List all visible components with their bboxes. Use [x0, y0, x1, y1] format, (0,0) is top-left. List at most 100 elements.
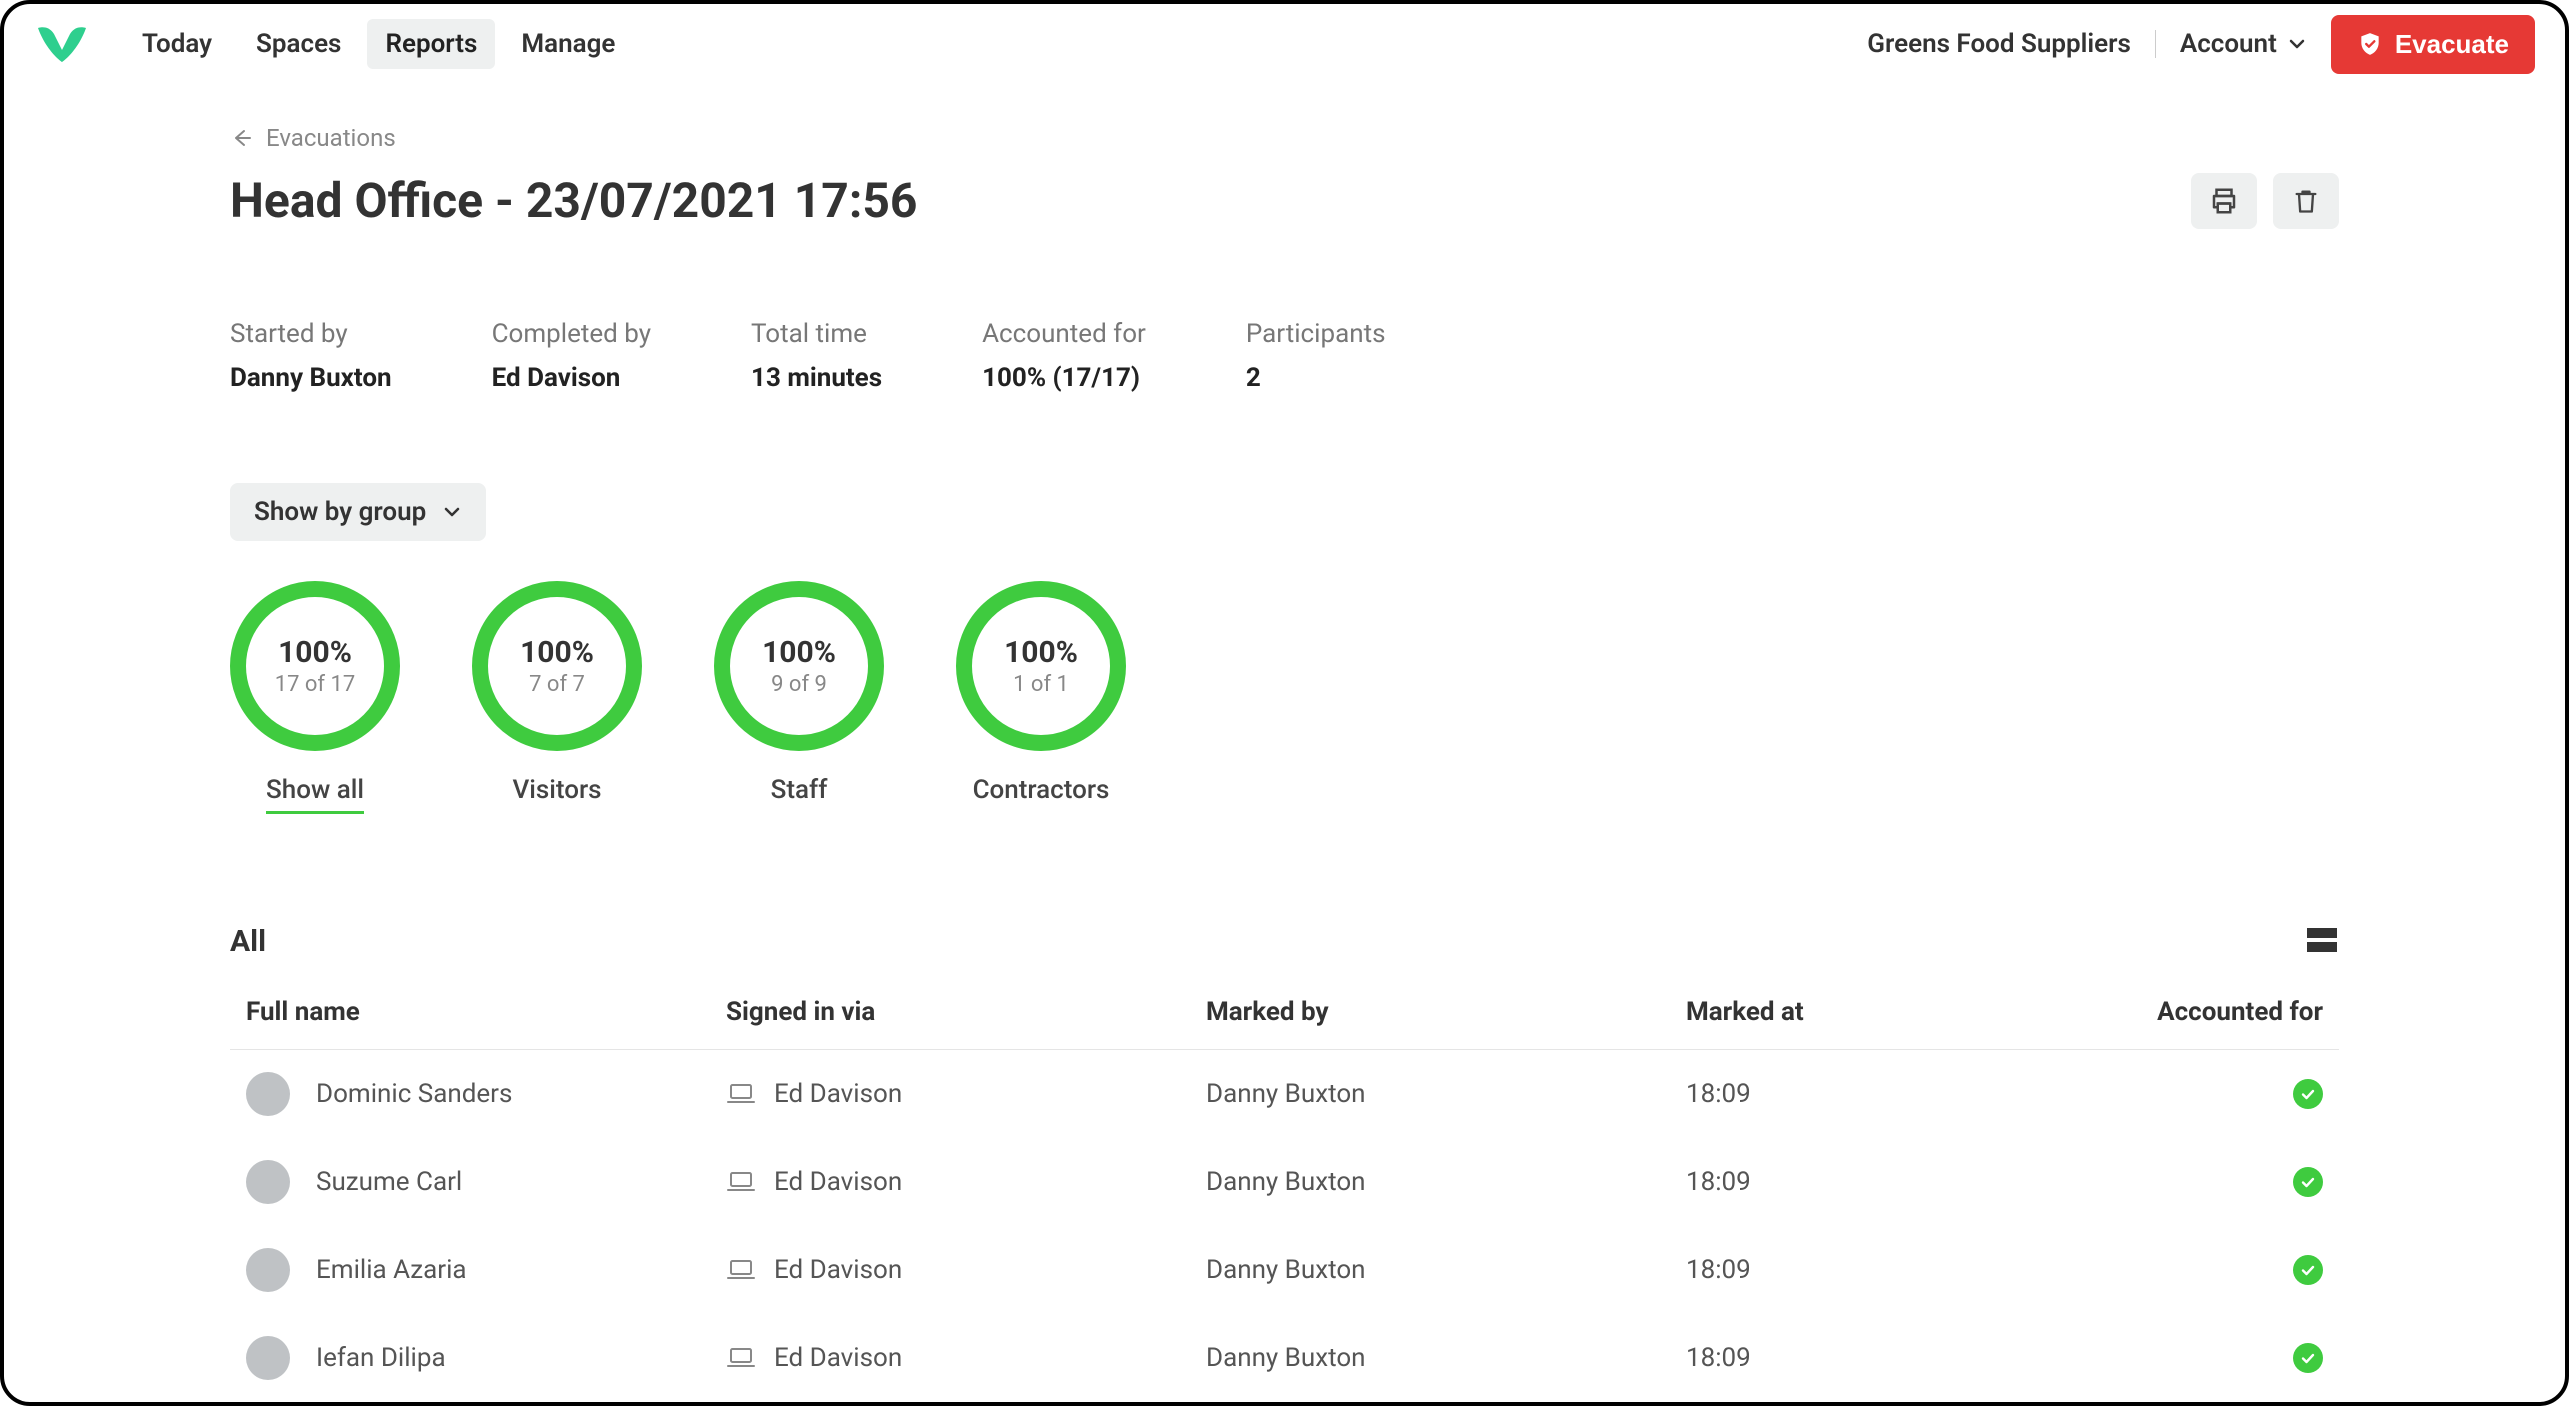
- evacuate-label: Evacuate: [2395, 29, 2509, 60]
- page-title: Head Office - 23/07/2021 17:56: [230, 172, 917, 229]
- marked-by: Danny Buxton: [1206, 1079, 1366, 1109]
- org-name: Greens Food Suppliers: [1867, 29, 2131, 59]
- ring-sub: 1 of 1: [1013, 672, 1069, 697]
- table-row[interactable]: Suzume CarlEd DavisonDanny Buxton18:09: [230, 1138, 2339, 1226]
- printer-icon: [2209, 186, 2239, 216]
- ring-percent: 100%: [1004, 635, 1078, 670]
- signed-in-via: Ed Davison: [774, 1343, 902, 1373]
- shield-check-icon: [2357, 31, 2383, 57]
- signed-in-via: Ed Davison: [774, 1255, 902, 1285]
- arrow-left-icon: [230, 127, 252, 149]
- ring-visitors[interactable]: 100% 7 of 7 Visitors: [472, 581, 642, 814]
- summary-value: 13 minutes: [751, 363, 882, 393]
- topnav: Today Spaces Reports Manage Greens Food …: [4, 4, 2565, 84]
- page-header: Head Office - 23/07/2021 17:56: [230, 172, 2339, 229]
- breadcrumb-label: Evacuations: [266, 124, 396, 152]
- nav-spaces[interactable]: Spaces: [238, 19, 359, 69]
- breadcrumb[interactable]: Evacuations: [230, 124, 2339, 152]
- ring-staff[interactable]: 100% 9 of 9 Staff: [714, 581, 884, 814]
- summary-row: Started by Danny Buxton Completed by Ed …: [230, 319, 2339, 393]
- avatar: [246, 1072, 290, 1116]
- avatar: [246, 1336, 290, 1380]
- nav-reports[interactable]: Reports: [367, 19, 495, 69]
- laptop-icon: [726, 1082, 756, 1106]
- ring-sub: 9 of 9: [771, 672, 827, 697]
- nav-today[interactable]: Today: [124, 19, 230, 69]
- ring-label: Visitors: [512, 775, 601, 811]
- summary-value: 2: [1246, 363, 1386, 393]
- evacuate-button[interactable]: Evacuate: [2331, 15, 2535, 74]
- marked-at: 18:09: [1686, 1343, 1751, 1373]
- laptop-icon: [726, 1170, 756, 1194]
- person-name: Emilia Azaria: [316, 1255, 467, 1285]
- accounted-check-icon: [2293, 1079, 2323, 1109]
- accounted-check-icon: [2293, 1255, 2323, 1285]
- nav-divider: [2155, 30, 2156, 58]
- person-name: Suzume Carl: [316, 1167, 462, 1197]
- accounted-check-icon: [2293, 1167, 2323, 1197]
- account-label: Account: [2180, 29, 2277, 59]
- summary-value: Ed Davison: [492, 363, 651, 393]
- table-row[interactable]: Dominic Sanders Ed Davison Danny Buxton 18:…: [230, 1050, 2339, 1139]
- signed-in-via: Ed Davison: [774, 1167, 902, 1197]
- nav-manage[interactable]: Manage: [503, 19, 633, 69]
- show-by-group-dropdown[interactable]: Show by group: [230, 483, 486, 541]
- col-marked-at[interactable]: Marked at: [1670, 997, 2090, 1050]
- print-button[interactable]: [2191, 173, 2257, 229]
- avatar: [246, 1160, 290, 1204]
- progress-ring: 100% 7 of 7: [472, 581, 642, 751]
- marked-by: Danny Buxton: [1206, 1255, 1366, 1285]
- progress-ring: 100% 1 of 1: [956, 581, 1126, 751]
- summary-label: Total time: [751, 319, 882, 349]
- ring-percent: 100%: [520, 635, 594, 670]
- col-accounted-for[interactable]: Accounted for: [2090, 997, 2339, 1050]
- table-row[interactable]: Kleio WaldekEd DavisonDanny Buxton18:09: [230, 1402, 2339, 1406]
- rings-row: 100% 17 of 17 Show all 100% 7 of 7 Visit…: [230, 581, 2339, 814]
- summary-label: Accounted for: [982, 319, 1146, 349]
- people-table: Full name Signed in via Marked by Marked…: [230, 997, 2339, 1406]
- account-dropdown[interactable]: Account: [2180, 29, 2307, 59]
- table-row[interactable]: Iefan Dilipa Ed Davison Danny Buxton 18:09: [230, 1314, 2339, 1402]
- marked-by: Danny Buxton: [1206, 1343, 1366, 1373]
- summary-accounted-for: Accounted for 100% (17/17): [982, 319, 1146, 393]
- chevron-down-icon: [2287, 34, 2307, 54]
- summary-participants: Participants 2: [1246, 319, 1386, 393]
- trash-icon: [2292, 186, 2320, 216]
- laptop-icon: [726, 1346, 756, 1370]
- chevron-down-icon: [442, 502, 462, 522]
- avatar: [246, 1248, 290, 1292]
- marked-by: Danny Buxton: [1206, 1167, 1366, 1197]
- summary-started-by: Started by Danny Buxton: [230, 319, 392, 393]
- marked-at: 18:09: [1686, 1255, 1751, 1285]
- ring-percent: 100%: [762, 635, 836, 670]
- person-name: Iefan Dilipa: [316, 1343, 446, 1373]
- summary-label: Participants: [1246, 319, 1386, 349]
- logo[interactable]: [34, 22, 90, 66]
- col-full-name[interactable]: Full name: [230, 997, 710, 1050]
- ring-label: Contractors: [973, 775, 1110, 811]
- ring-contractors[interactable]: 100% 1 of 1 Contractors: [956, 581, 1126, 814]
- signed-in-via: Ed Davison: [774, 1079, 902, 1109]
- col-marked-by[interactable]: Marked by: [1190, 997, 1670, 1050]
- rows-icon: [2305, 926, 2339, 954]
- layout-toggle-button[interactable]: [2305, 926, 2339, 958]
- nav-links: Today Spaces Reports Manage: [124, 19, 633, 69]
- ring-sub: 17 of 17: [275, 672, 356, 697]
- summary-total-time: Total time 13 minutes: [751, 319, 882, 393]
- ring-sub: 7 of 7: [529, 672, 585, 697]
- show-by-group-label: Show by group: [254, 497, 426, 527]
- delete-button[interactable]: [2273, 173, 2339, 229]
- person-name: Dominic Sanders: [316, 1079, 512, 1109]
- table-row[interactable]: Emilia Azaria Ed Davison Danny Buxton 18:09: [230, 1226, 2339, 1314]
- marked-at: 18:09: [1686, 1079, 1751, 1109]
- summary-label: Started by: [230, 319, 392, 349]
- summary-label: Completed by: [492, 319, 651, 349]
- progress-ring: 100% 9 of 9: [714, 581, 884, 751]
- ring-show-all[interactable]: 100% 17 of 17 Show all: [230, 581, 400, 814]
- table-title: All: [230, 924, 266, 959]
- accounted-check-icon: [2293, 1343, 2323, 1373]
- progress-ring: 100% 17 of 17: [230, 581, 400, 751]
- col-signed-in-via[interactable]: Signed in via: [710, 997, 1190, 1050]
- ring-label: Staff: [771, 775, 828, 811]
- ring-label: Show all: [266, 775, 364, 814]
